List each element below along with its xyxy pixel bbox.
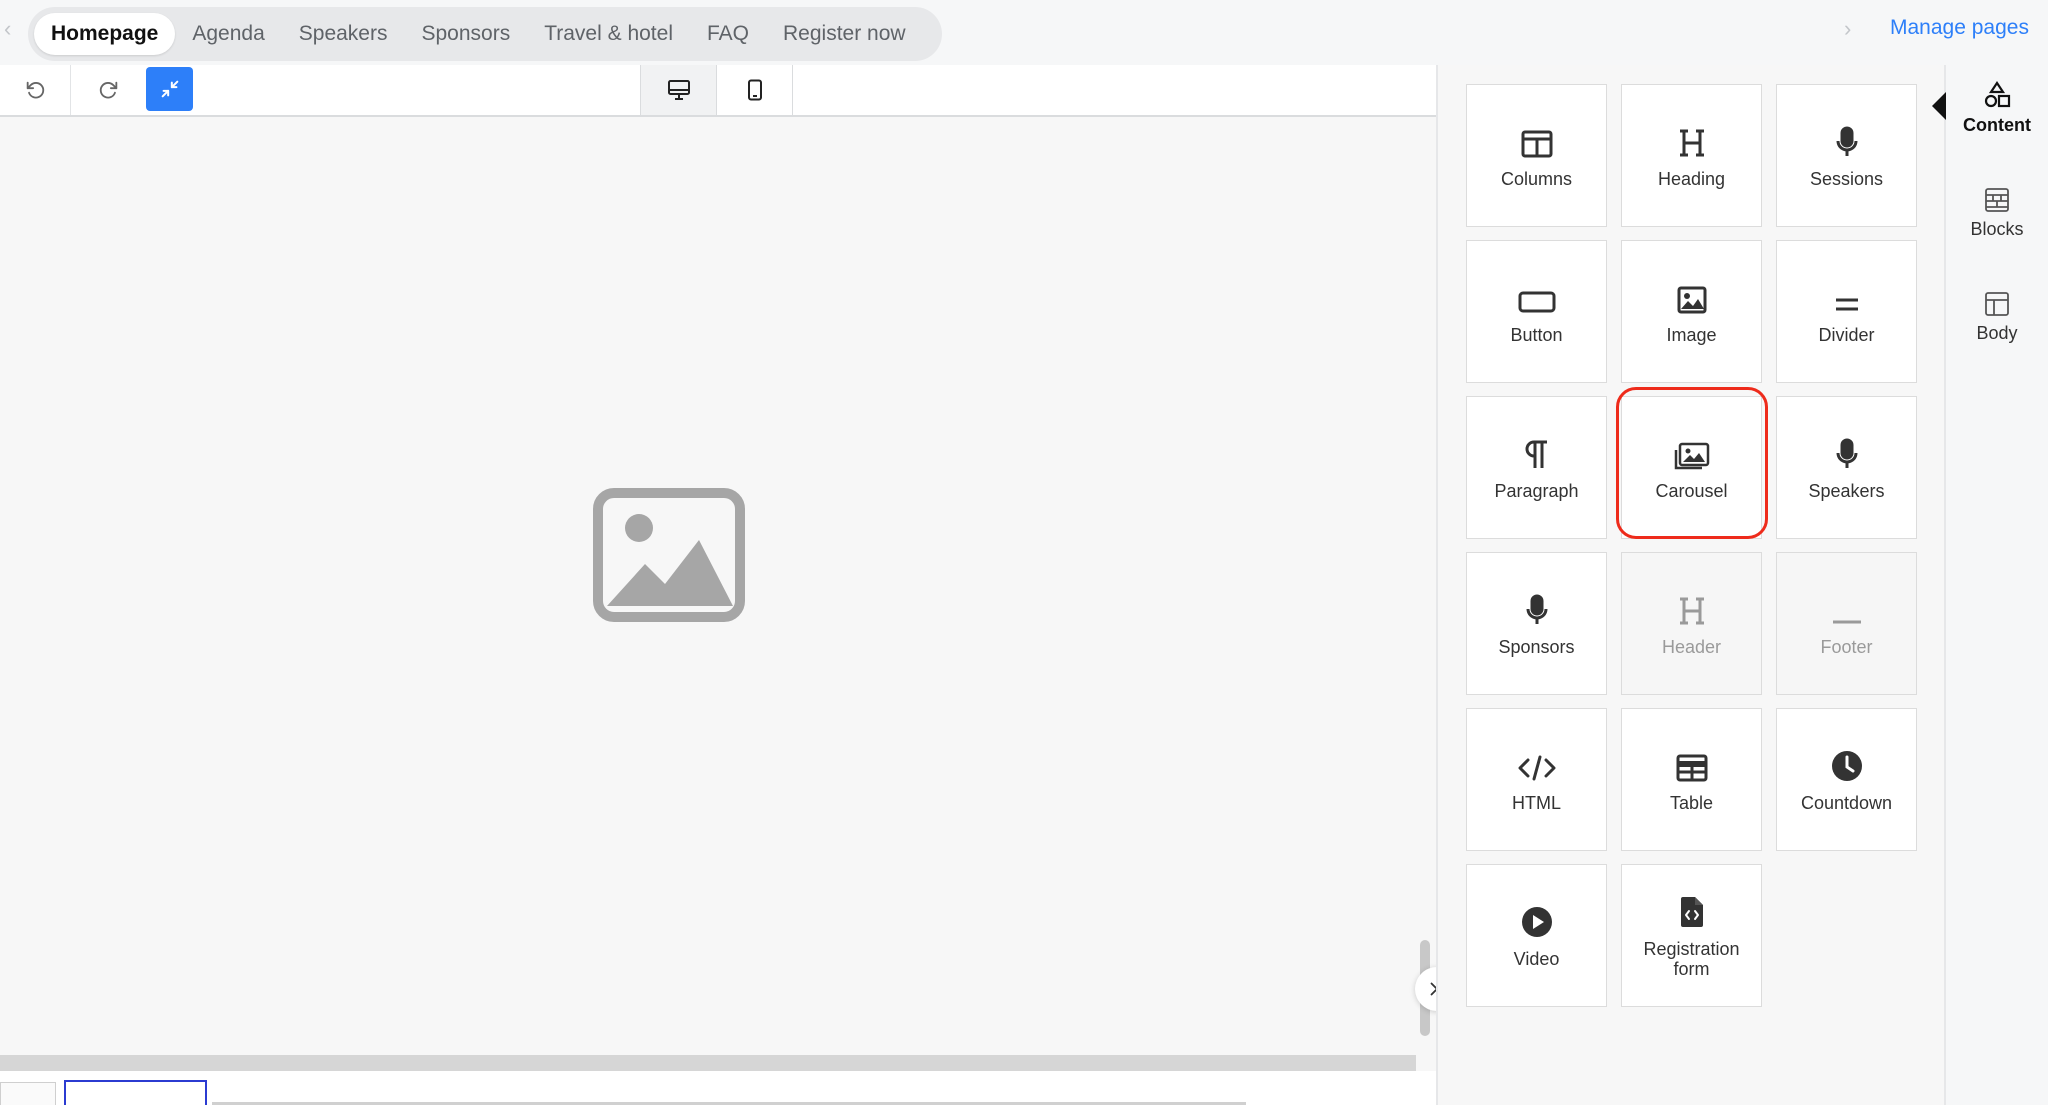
manage-pages-link[interactable]: Manage pages	[1890, 16, 2029, 40]
tile-label: Footer	[1820, 637, 1873, 657]
tab-register-now[interactable]: Register now	[766, 13, 923, 55]
image-icon	[1677, 286, 1706, 314]
mobile-view-button[interactable]	[717, 65, 793, 115]
chevron-left-icon[interactable]: ‹	[4, 14, 18, 44]
tile-columns[interactable]: Columns	[1466, 84, 1607, 227]
carousel-icon	[1674, 442, 1709, 470]
tab-sponsors[interactable]: Sponsors	[404, 13, 527, 55]
bottom-frame-selected	[64, 1080, 207, 1105]
bottom-strip	[0, 1071, 1436, 1105]
button-icon	[1518, 291, 1555, 313]
tile-button[interactable]: Button	[1466, 240, 1607, 383]
microphone-icon	[1526, 594, 1547, 624]
tab-homepage[interactable]: Homepage	[34, 13, 176, 55]
tile-label: Carousel	[1655, 481, 1728, 501]
clock-icon	[1831, 751, 1862, 781]
tile-table[interactable]: Table	[1621, 708, 1762, 851]
tile-footer: Footer	[1776, 552, 1917, 695]
tile-label: Sponsors	[1498, 637, 1575, 657]
canvas-horizontal-scrollbar[interactable]	[0, 1055, 1416, 1071]
page-tabs-bar: ‹ Homepage Agenda Speakers Sponsors Trav…	[0, 0, 2048, 65]
side-tab-label: Blocks	[1970, 219, 2024, 239]
tile-label: Button	[1510, 325, 1563, 345]
content-panel: Columns Heading Sessions Button Image Di	[1438, 65, 1944, 1105]
page-tabs: Homepage Agenda Speakers Sponsors Travel…	[28, 7, 942, 61]
paragraph-icon	[1525, 440, 1547, 468]
tile-label: Paragraph	[1494, 481, 1579, 501]
tile-label: HTML	[1512, 793, 1561, 813]
shapes-icon	[1984, 81, 2011, 108]
tile-label: Image	[1666, 325, 1717, 345]
table-icon	[1676, 754, 1707, 782]
tab-speakers[interactable]: Speakers	[282, 13, 405, 55]
blocks-icon	[1985, 188, 2009, 212]
tile-label: Video	[1513, 949, 1560, 969]
tile-registration-form[interactable]: Registration form	[1621, 864, 1762, 1007]
columns-icon	[1521, 130, 1552, 158]
tile-paragraph[interactable]: Paragraph	[1466, 396, 1607, 539]
side-tab-label: Body	[1976, 323, 2018, 343]
editor-toolbar	[0, 65, 1436, 117]
tile-label: Registration form	[1643, 939, 1740, 979]
tile-carousel[interactable]: Carousel	[1616, 387, 1768, 539]
desktop-view-button[interactable]	[640, 65, 717, 115]
exit-fullscreen-button[interactable]	[146, 67, 193, 111]
page-builder: ‹ Homepage Agenda Speakers Sponsors Trav…	[0, 0, 2048, 1105]
compress-icon	[161, 80, 178, 98]
tab-faq[interactable]: FAQ	[690, 13, 766, 55]
tab-agenda[interactable]: Agenda	[175, 13, 281, 55]
desktop-icon	[667, 80, 690, 100]
heading-icon	[1679, 129, 1704, 157]
tile-sponsors[interactable]: Sponsors	[1466, 552, 1607, 695]
side-tabs: Content Blocks Body	[1946, 65, 2048, 1105]
microphone-icon	[1836, 438, 1857, 468]
tile-speakers[interactable]: Speakers	[1776, 396, 1917, 539]
tile-label: Speakers	[1808, 481, 1885, 501]
redo-button[interactable]	[72, 65, 146, 115]
tile-header: Header	[1621, 552, 1762, 695]
tile-countdown[interactable]: Countdown	[1776, 708, 1917, 851]
footer-icon	[1832, 620, 1861, 624]
undo-icon	[26, 81, 45, 99]
tile-video[interactable]: Video	[1466, 864, 1607, 1007]
tile-label: Table	[1669, 793, 1714, 813]
content-tiles-grid: Columns Heading Sessions Button Image Di	[1466, 84, 1917, 1007]
redo-icon	[99, 81, 118, 99]
side-tab-blocks[interactable]: Blocks	[1946, 179, 2048, 240]
tile-label: Divider	[1818, 325, 1875, 345]
play-icon	[1521, 907, 1552, 937]
undo-button[interactable]	[0, 65, 71, 115]
active-tab-caret	[1932, 92, 1946, 120]
heading-icon	[1679, 597, 1704, 625]
tile-image[interactable]: Image	[1621, 240, 1762, 383]
divider-icon	[1835, 298, 1858, 311]
side-tab-content[interactable]: Content	[1946, 75, 2048, 136]
image-placeholder-icon	[593, 488, 745, 627]
code-icon	[1518, 755, 1555, 781]
bottom-frame-left	[0, 1082, 56, 1105]
tile-sessions[interactable]: Sessions	[1776, 84, 1917, 227]
form-file-icon	[1680, 897, 1703, 927]
tile-label: Header	[1661, 637, 1722, 657]
layout-icon	[1985, 292, 2009, 316]
editor-canvas[interactable]	[0, 117, 1416, 1055]
tile-divider[interactable]: Divider	[1776, 240, 1917, 383]
tile-label: Columns	[1500, 169, 1573, 189]
tab-travel-hotel[interactable]: Travel & hotel	[527, 13, 690, 55]
side-tab-label: Content	[1963, 115, 2031, 135]
tile-heading[interactable]: Heading	[1621, 84, 1762, 227]
tile-label: Heading	[1657, 169, 1726, 189]
side-tab-body[interactable]: Body	[1946, 283, 2048, 344]
mobile-icon	[747, 79, 762, 101]
microphone-icon	[1836, 126, 1857, 156]
tile-label: Sessions	[1809, 169, 1884, 189]
tile-html[interactable]: HTML	[1466, 708, 1607, 851]
tile-label: Countdown	[1800, 793, 1893, 813]
chevron-right-icon[interactable]: ›	[1844, 14, 1858, 44]
